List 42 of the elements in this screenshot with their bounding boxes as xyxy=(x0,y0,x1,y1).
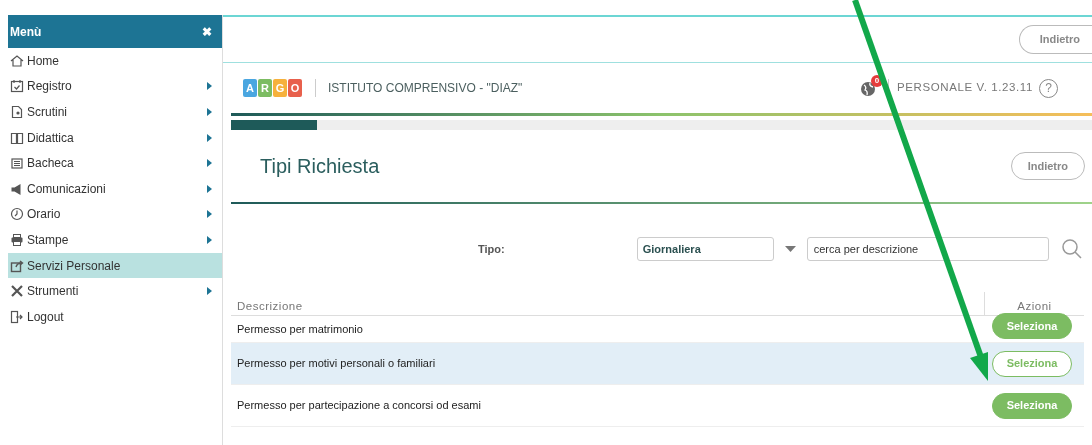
type-select[interactable]: Giornaliera xyxy=(636,237,774,261)
table-cell-text: Permesso per partecipazione a concorsi od esami xyxy=(236,398,482,414)
sidebar-item[interactable]: Stampe xyxy=(8,227,222,253)
sidebar-item[interactable]: Strumenti xyxy=(8,278,222,304)
back-button[interactable]: Indietro xyxy=(1018,25,1092,54)
document-icon xyxy=(10,105,24,119)
megaphone-icon xyxy=(10,181,24,196)
sidebar-item[interactable]: Home xyxy=(8,48,222,74)
sidebar-item[interactable]: Orario xyxy=(8,201,222,228)
sidebar-item[interactable]: Comunicazioni xyxy=(8,175,222,202)
globe-icon xyxy=(859,80,876,97)
book-icon xyxy=(10,130,24,145)
column-header: Descrizione xyxy=(236,298,304,314)
table-row[interactable]: Permesso per motivi personali o familiari Seleziona xyxy=(231,343,1084,385)
calendar-icon xyxy=(10,79,24,94)
table-row[interactable]: Permesso per partecipazione a concorsi od esami Seleziona xyxy=(231,385,1084,427)
tools-icon xyxy=(10,284,24,299)
newspaper-icon xyxy=(10,156,24,171)
share-icon xyxy=(10,258,24,273)
table-cell-text: Permesso per motivi personali o familiari xyxy=(236,356,437,372)
argo-logo: A R G O xyxy=(243,79,303,97)
version-text: PERSONALE V. 1.23.11 xyxy=(887,79,1033,97)
table-cell-text: Permesso per matrimonio xyxy=(236,321,364,337)
filter-label: Tipo: xyxy=(478,241,505,257)
sidebar-item[interactable]: Logout xyxy=(8,303,222,330)
search-field[interactable]: cerca per descrizione xyxy=(806,237,1049,261)
back-button[interactable]: Indietro xyxy=(1010,151,1085,181)
page-title: Tipi Richiesta xyxy=(260,154,380,178)
menu-title: Menù xyxy=(10,23,42,41)
search-icon xyxy=(1061,239,1082,259)
dropdown-caret-icon xyxy=(784,246,796,252)
logout-icon xyxy=(10,309,24,324)
close-button[interactable]: ✖ xyxy=(202,22,212,41)
clock-icon xyxy=(10,207,24,222)
home-icon xyxy=(10,53,24,68)
sidebar-item[interactable]: Didattica xyxy=(8,124,222,151)
school-name: ISTITUTO COMPRENSIVO - "DIAZ" xyxy=(315,79,860,97)
sidebar-item[interactable]: Registro xyxy=(8,73,222,100)
sidebar-item[interactable]: Bacheca xyxy=(8,150,222,176)
sidebar-item[interactable]: Servizi Personale xyxy=(8,252,222,279)
sidebar-item[interactable]: Scrutini xyxy=(8,99,222,125)
printer-icon xyxy=(10,232,24,247)
